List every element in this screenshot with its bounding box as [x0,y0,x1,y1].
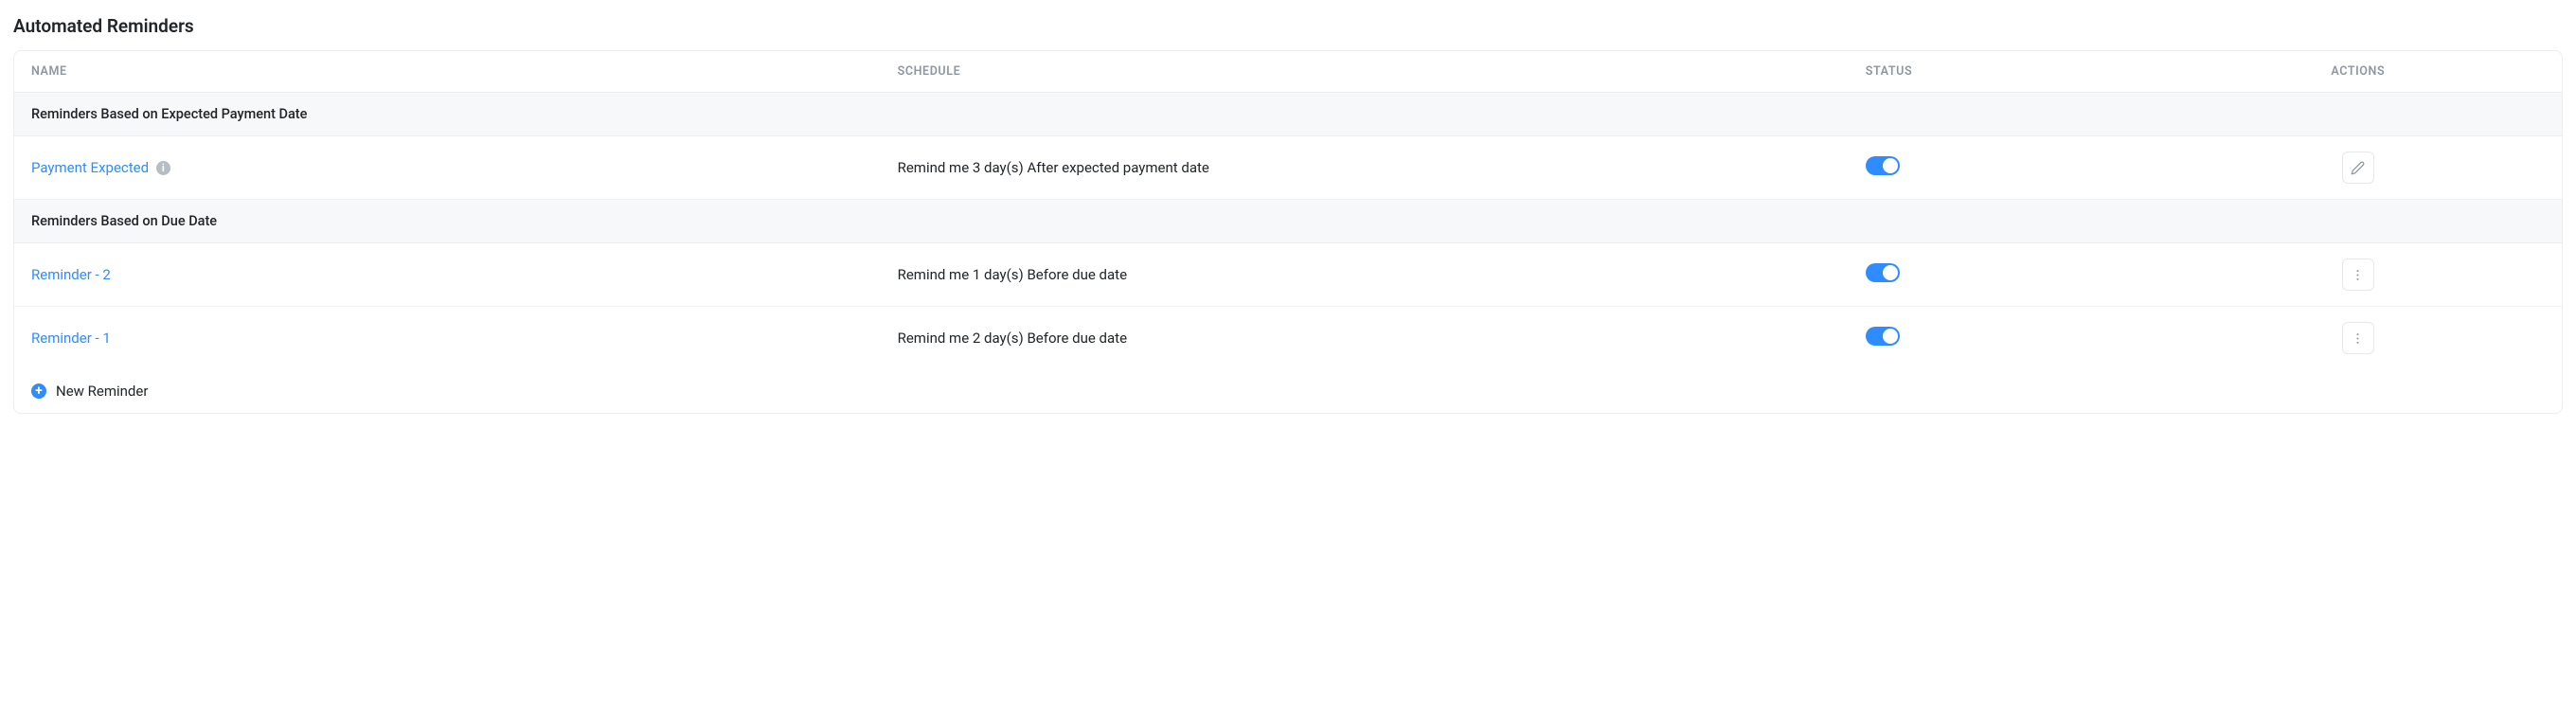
reminder-link-payment-expected[interactable]: Payment Expected [31,159,149,176]
group-label: Reminders Based on Due Date [14,200,2562,243]
reminders-panel: NAME SCHEDULE STATUS ACTIONS Reminders B… [13,50,2563,414]
header-actions: ACTIONS [2155,51,2562,93]
status-toggle[interactable] [1866,156,1900,175]
schedule-text: Remind me 1 day(s) Before due date [881,243,1849,307]
plus-circle-icon [31,384,46,399]
page-title: Automated Reminders [13,15,2563,37]
more-vertical-icon [2351,331,2365,346]
more-vertical-icon [2351,268,2365,282]
new-reminder-label: New Reminder [56,383,148,400]
schedule-text: Remind me 2 day(s) Before due date [881,307,1849,370]
header-name: NAME [14,51,881,93]
status-toggle[interactable] [1866,327,1900,346]
status-toggle[interactable] [1866,263,1900,282]
pencil-icon [2351,161,2365,175]
group-header: Reminders Based on Expected Payment Date [14,93,2562,136]
schedule-text: Remind me 3 day(s) After expected paymen… [881,136,1849,200]
reminders-table: NAME SCHEDULE STATUS ACTIONS Reminders B… [14,51,2562,369]
table-row: Reminder - 2 Remind me 1 day(s) Before d… [14,243,2562,307]
more-actions-button[interactable] [2342,259,2374,291]
header-status: STATUS [1849,51,2155,93]
table-row: Payment Expected i Remind me 3 day(s) Af… [14,136,2562,200]
group-header: Reminders Based on Due Date [14,200,2562,243]
info-icon[interactable]: i [156,161,170,175]
group-label: Reminders Based on Expected Payment Date [14,93,2562,136]
reminder-link-reminder-1[interactable]: Reminder - 1 [31,330,111,347]
more-actions-button[interactable] [2342,322,2374,354]
new-reminder-button[interactable]: New Reminder [14,369,2562,413]
reminder-link-reminder-2[interactable]: Reminder - 2 [31,266,111,283]
edit-button[interactable] [2342,152,2374,184]
table-row: Reminder - 1 Remind me 2 day(s) Before d… [14,307,2562,370]
header-schedule: SCHEDULE [881,51,1849,93]
